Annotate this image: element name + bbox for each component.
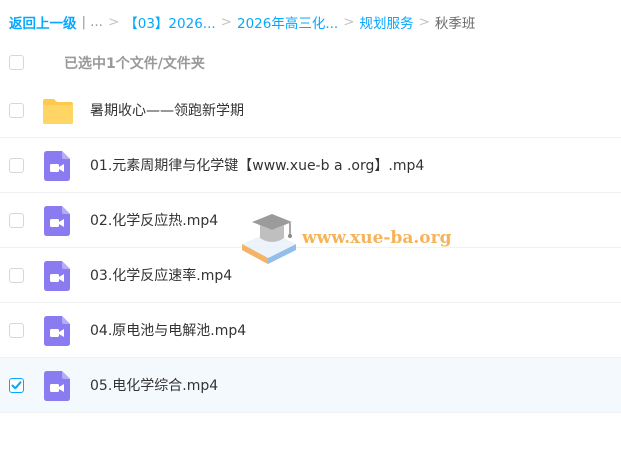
breadcrumb-divider: | bbox=[81, 14, 87, 30]
row-checkbox-checked[interactable] bbox=[9, 378, 24, 393]
breadcrumb-separator: > bbox=[343, 14, 355, 30]
row-checkbox[interactable] bbox=[9, 103, 24, 118]
file-row[interactable]: 04.原电池与电解池.mp4 bbox=[0, 303, 621, 358]
file-name[interactable]: 05.电化学综合.mp4 bbox=[90, 375, 218, 395]
breadcrumb-item-chemistry[interactable]: 2026年高三化... bbox=[237, 12, 338, 32]
file-name[interactable]: 暑期收心——领跑新学期 bbox=[90, 100, 244, 120]
select-all-checkbox[interactable] bbox=[9, 55, 24, 70]
file-name[interactable]: 02.化学反应热.mp4 bbox=[90, 210, 218, 230]
breadcrumb-current: 秋季班 bbox=[434, 16, 476, 32]
back-link[interactable]: 返回上一级 bbox=[9, 12, 77, 32]
video-file-icon bbox=[44, 151, 70, 181]
video-file-icon bbox=[44, 261, 70, 291]
checkmark-icon bbox=[11, 381, 22, 390]
graduation-cap-icon bbox=[242, 214, 296, 264]
breadcrumb-separator: > bbox=[220, 14, 232, 30]
file-name[interactable]: 03.化学反应速率.mp4 bbox=[90, 265, 232, 285]
file-name[interactable]: 01.元素周期律与化学键【www.xue-b a .org】.mp4 bbox=[90, 155, 424, 175]
breadcrumb-item-course[interactable]: 【03】2026... bbox=[124, 12, 215, 32]
file-browser: 返回上一级 | ... > 【03】2026... > 2026年高三化... … bbox=[0, 0, 621, 450]
file-row[interactable]: 暑期收心——领跑新学期 bbox=[0, 83, 621, 138]
row-checkbox[interactable] bbox=[9, 268, 24, 283]
row-checkbox[interactable] bbox=[9, 323, 24, 338]
breadcrumb-ellipsis[interactable]: ... bbox=[90, 14, 103, 30]
watermark-text: www.xue-ba.org bbox=[302, 228, 452, 248]
row-checkbox[interactable] bbox=[9, 158, 24, 173]
watermark: www.xue-ba.org bbox=[238, 208, 452, 270]
selection-count-label: 已选中1个文件/文件夹 bbox=[64, 56, 205, 72]
video-file-icon bbox=[44, 206, 70, 236]
folder-icon bbox=[43, 99, 73, 124]
file-row-selected[interactable]: 05.电化学综合.mp4 bbox=[0, 358, 621, 413]
breadcrumb-item-planning[interactable]: 规划服务 bbox=[360, 12, 414, 32]
breadcrumb-separator: > bbox=[107, 14, 120, 30]
file-name[interactable]: 04.原电池与电解池.mp4 bbox=[90, 320, 246, 340]
breadcrumb: 返回上一级 | ... > 【03】2026... > 2026年高三化... … bbox=[9, 12, 475, 32]
selection-header: 已选中1个文件/文件夹 bbox=[0, 44, 621, 82]
video-file-icon bbox=[44, 316, 70, 346]
video-file-icon bbox=[44, 371, 70, 401]
row-checkbox[interactable] bbox=[9, 213, 24, 228]
breadcrumb-separator: > bbox=[418, 14, 430, 30]
file-row[interactable]: 01.元素周期律与化学键【www.xue-b a .org】.mp4 bbox=[0, 138, 621, 193]
